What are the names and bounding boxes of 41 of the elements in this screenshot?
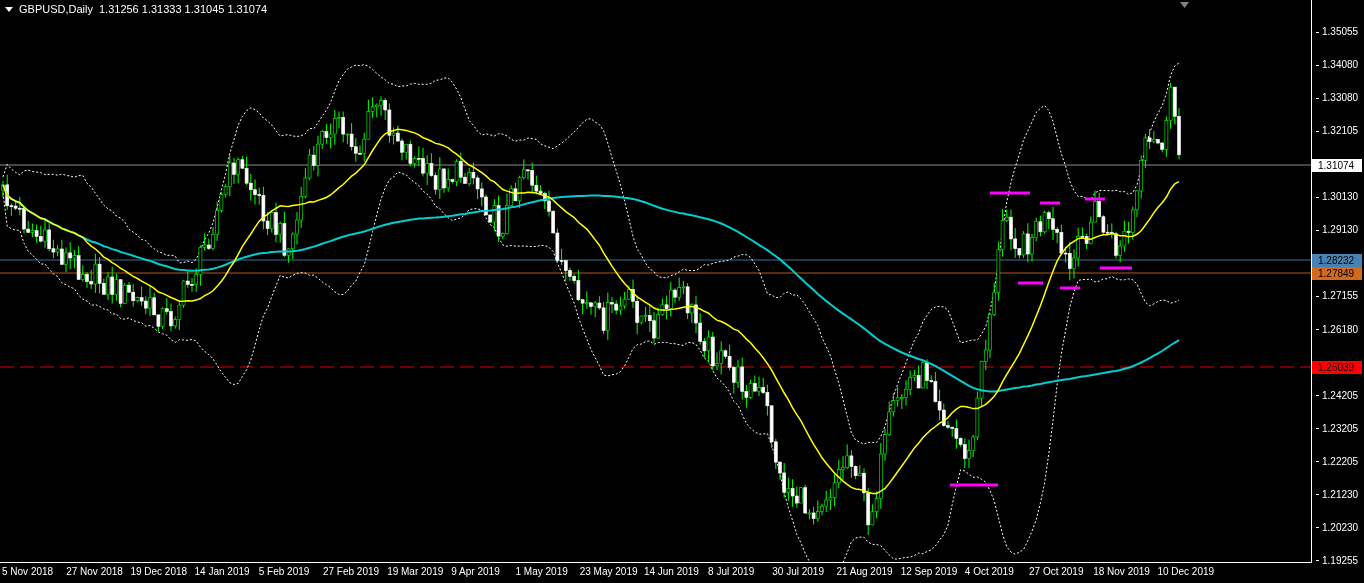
- date-label: 27 Feb 2019: [322, 565, 381, 579]
- chart-shift-icon[interactable]: [1180, 2, 1189, 8]
- symbol-title: GBPUSD,Daily: [19, 3, 93, 15]
- date-label: 9 Apr 2019: [451, 565, 501, 579]
- price-label: 1.33080: [1322, 92, 1359, 105]
- dropdown-icon[interactable]: [5, 6, 13, 12]
- price-label: 1.24205: [1322, 389, 1359, 402]
- price-label: 1.20230: [1322, 521, 1359, 534]
- price-label: 1.32105: [1322, 125, 1359, 138]
- date-label: 4 Oct 2019: [964, 565, 1015, 579]
- date-label: 5 Nov 2018: [2, 565, 55, 579]
- price-label: 1.21230: [1322, 488, 1359, 501]
- price-tag: 1.28232: [1312, 254, 1362, 267]
- date-label: 21 Aug 2019: [836, 565, 894, 579]
- date-label: 18 Nov 2019: [1093, 565, 1151, 579]
- date-label: 5 Feb 2019: [258, 565, 311, 579]
- date-label: 14 Jan 2019: [194, 565, 251, 579]
- price-label: 1.30130: [1322, 191, 1359, 204]
- date-label: 27 Nov 2018: [66, 565, 124, 579]
- price-label: 1.29130: [1322, 224, 1359, 237]
- price-label: 1.22205: [1322, 455, 1359, 468]
- date-label: 10 Dec 2019: [1157, 565, 1216, 579]
- price-label: 1.23205: [1322, 422, 1359, 435]
- price-label: 1.34080: [1322, 59, 1359, 72]
- date-label: 8 Jul 2019: [708, 565, 756, 579]
- date-label: 19 Dec 2018: [130, 565, 189, 579]
- price-label: 1.26180: [1322, 323, 1359, 336]
- date-label: 12 Sep 2019: [900, 565, 959, 579]
- price-label: 1.35055: [1322, 26, 1359, 38]
- date-label: 14 Jun 2019: [643, 565, 700, 579]
- date-label: 1 May 2019: [515, 565, 569, 579]
- date-label: 19 Mar 2019: [387, 565, 445, 579]
- date-label: 27 Oct 2019: [1029, 565, 1085, 579]
- date-label: 30 Jul 2019: [772, 565, 825, 579]
- price-tag: 1.25039: [1312, 361, 1362, 374]
- ohlc-values: 1.31256 1.31333 1.31045 1.31074: [98, 3, 268, 15]
- price-tag: 1.27849: [1312, 267, 1362, 280]
- price-label: 1.27155: [1322, 290, 1359, 303]
- price-label: 1.19255: [1322, 554, 1359, 567]
- date-label: 23 May 2019: [579, 565, 639, 579]
- price-tag: 1.31074: [1312, 159, 1362, 172]
